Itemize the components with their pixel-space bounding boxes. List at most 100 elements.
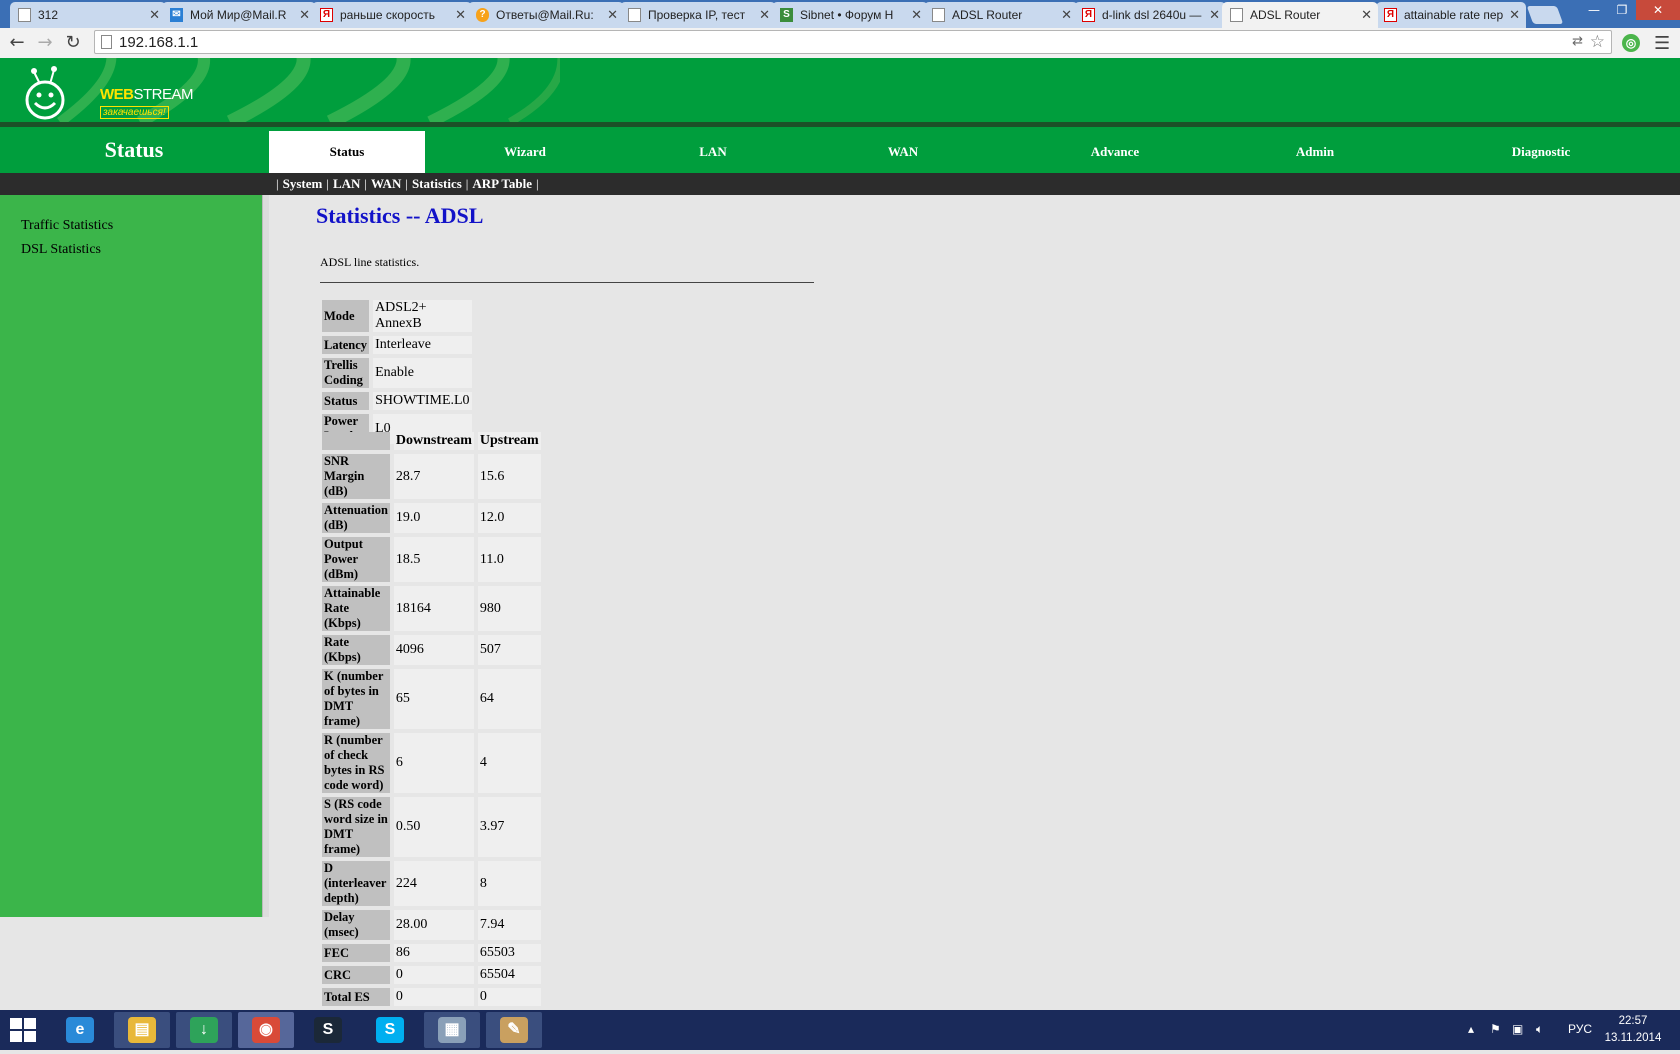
table-row: Delay (msec) 28.00 7.94 xyxy=(322,910,541,940)
browser-tab[interactable]: S Sibnet • Форум Н ✕ xyxy=(772,2,928,28)
clock-date[interactable]: 13.11.2014 xyxy=(1598,1032,1668,1044)
metric-label: Output Power (dBm) xyxy=(322,537,390,582)
metrics-header-row: Downstream Upstream xyxy=(322,432,541,450)
nav-tab-diagnostic[interactable]: Diagnostic xyxy=(1496,131,1586,173)
table-row: Latency Interleave xyxy=(322,336,472,354)
taskbar-app-system-monitor[interactable]: ▦ xyxy=(424,1012,480,1048)
forward-icon[interactable]: → xyxy=(34,32,56,54)
taskbar-app-internet-explorer[interactable]: e xyxy=(52,1012,108,1048)
network-icon[interactable]: ▣ xyxy=(1512,1022,1523,1036)
row-label: Trellis Coding xyxy=(322,358,370,388)
page-title: Statistics -- ADSL xyxy=(316,203,484,228)
bookmark-star-icon[interactable]: ☆ xyxy=(1590,32,1605,52)
metric-label: FEC xyxy=(322,944,390,962)
subnav-wan[interactable]: WAN xyxy=(371,176,401,191)
minimize-icon[interactable]: — xyxy=(1580,0,1608,20)
address-bar[interactable]: ⇄ ☆ xyxy=(94,30,1612,54)
taskbar-app-paint[interactable]: ✎ xyxy=(486,1012,542,1048)
nav-tab-status[interactable]: Status xyxy=(269,131,425,173)
input-language[interactable]: РУС xyxy=(1568,1022,1592,1036)
tab-close-icon[interactable]: ✕ xyxy=(1361,2,1372,28)
downstream-value: 19.0 xyxy=(393,503,474,533)
volume-icon[interactable]: 🔈︎ xyxy=(1536,1022,1543,1037)
subnav-statistics[interactable]: Statistics xyxy=(412,176,462,191)
table-row: Attenuation (dB) 19.0 12.0 xyxy=(322,503,541,533)
subnav-system[interactable]: System xyxy=(283,176,323,191)
url-input[interactable] xyxy=(119,33,1519,51)
tray-expand-icon[interactable]: ▴ xyxy=(1468,1022,1474,1036)
sidebar-link-traffic-statistics[interactable]: Traffic Statistics xyxy=(21,218,113,234)
tab-close-icon[interactable]: ✕ xyxy=(607,2,618,28)
tab-close-icon[interactable]: ✕ xyxy=(455,2,466,28)
clock-time[interactable]: 22:57 xyxy=(1598,1015,1668,1027)
chrome-icon: ◉ xyxy=(252,1017,280,1043)
browser-toolbar: ← → ↻ ⇄ ☆ xyxy=(0,28,1680,59)
browser-tab[interactable]: Яраньше скорость ✕ xyxy=(312,2,472,28)
subnav-lan[interactable]: LAN xyxy=(333,176,360,191)
taskbar-app-download-manager[interactable]: ↓ xyxy=(176,1012,232,1048)
yandex-favicon-icon: Я xyxy=(1082,8,1095,22)
table-row: Status SHOWTIME.L0 xyxy=(322,392,472,410)
chrome-menu-icon[interactable]: ☰ xyxy=(1654,33,1670,54)
nav-tab-lan[interactable]: LAN xyxy=(668,131,758,173)
nav-tab-wizard[interactable]: Wizard xyxy=(480,131,570,173)
row-label: Status xyxy=(322,392,370,410)
browser-tab[interactable]: ? Ответы@Mail.Ru: ✕ xyxy=(468,2,624,28)
tab-close-icon[interactable]: ✕ xyxy=(759,2,770,28)
yandex-favicon-icon: Я xyxy=(1384,8,1397,22)
tab-close-icon[interactable]: ✕ xyxy=(299,2,310,28)
sidebar-link-dsl-statistics[interactable]: DSL Statistics xyxy=(21,242,101,258)
downstream-value: 18.5 xyxy=(393,537,474,582)
table-row: FEC 86 65503 xyxy=(322,944,541,962)
row-value: Enable xyxy=(373,358,472,388)
tab-close-icon[interactable]: ✕ xyxy=(1061,2,1072,28)
taskbar-app-steam[interactable]: S xyxy=(300,1012,356,1048)
browser-tab[interactable]: Яattainable rate пер ✕ xyxy=(1376,2,1526,28)
browser-tab[interactable]: ADSL Router ✕ xyxy=(1222,2,1378,28)
table-row: CRC 0 65504 xyxy=(322,966,541,984)
nav-tab-wan[interactable]: WAN xyxy=(858,131,948,173)
skype-icon: S xyxy=(376,1017,404,1043)
tab-close-icon[interactable]: ✕ xyxy=(1209,2,1220,28)
windows-start-icon[interactable] xyxy=(10,1018,36,1042)
browser-tab[interactable]: ADSL Router ✕ xyxy=(924,2,1078,28)
tab-close-icon[interactable]: ✕ xyxy=(149,2,160,28)
metric-label: SNR Margin (dB) xyxy=(322,454,390,499)
browser-tab[interactable]: Яd-link dsl 2640u — ✕ xyxy=(1074,2,1226,28)
reload-icon[interactable]: ↻ xyxy=(62,32,84,54)
table-row: S (RS code word size in DMT frame) 0.50 3.… xyxy=(322,797,541,857)
taskbar-app-file-explorer[interactable]: ▤ xyxy=(114,1012,170,1048)
nav-tab-advance[interactable]: Advance xyxy=(1070,131,1160,173)
metric-label: Attainable Rate (Kbps) xyxy=(322,586,390,631)
subnav-arp-table[interactable]: ARP Table xyxy=(472,176,532,191)
row-label: Latency xyxy=(322,336,370,354)
browser-tab[interactable]: ✉ Мой Мир@Mail.R ✕ xyxy=(162,2,316,28)
row-value: Interleave xyxy=(373,336,472,354)
action-center-flag-icon[interactable]: ⚑ xyxy=(1490,1022,1501,1036)
section-title: Status xyxy=(104,137,164,162)
tab-close-icon[interactable]: ✕ xyxy=(911,2,922,28)
table-row: Trellis Coding Enable xyxy=(322,358,472,388)
maximize-icon[interactable]: ❐ xyxy=(1608,0,1636,20)
file-explorer-icon: ▤ xyxy=(128,1017,156,1043)
upstream-value: 65504 xyxy=(477,966,541,984)
tab-close-icon[interactable]: ✕ xyxy=(1509,2,1520,28)
sidebar-divider xyxy=(262,195,269,917)
taskbar-app-chrome[interactable]: ◉ xyxy=(238,1012,294,1048)
extension-icon[interactable]: ◎ xyxy=(1622,34,1640,52)
nav-tab-admin[interactable]: Admin xyxy=(1270,131,1360,173)
browser-tab[interactable]: 312 ✕ xyxy=(10,2,166,28)
tab-title: Sibnet • Форум Н xyxy=(800,8,894,22)
browser-tab[interactable]: Проверка IP, тест ✕ xyxy=(620,2,776,28)
tab-title: ADSL Router xyxy=(1250,8,1321,22)
translate-icon[interactable]: ⇄ xyxy=(1572,34,1583,49)
metric-label: D (interleaver depth) xyxy=(322,861,390,906)
close-window-icon[interactable]: ✕ xyxy=(1636,0,1680,20)
back-icon[interactable]: ← xyxy=(6,32,28,54)
new-tab-button[interactable] xyxy=(1526,6,1564,24)
mail-favicon-icon: ✉ xyxy=(170,8,183,22)
taskbar-app-skype[interactable]: S xyxy=(362,1012,418,1048)
steam-icon: S xyxy=(314,1017,342,1043)
upstream-value: 11.0 xyxy=(477,537,541,582)
smiley-logo-icon xyxy=(25,66,65,120)
